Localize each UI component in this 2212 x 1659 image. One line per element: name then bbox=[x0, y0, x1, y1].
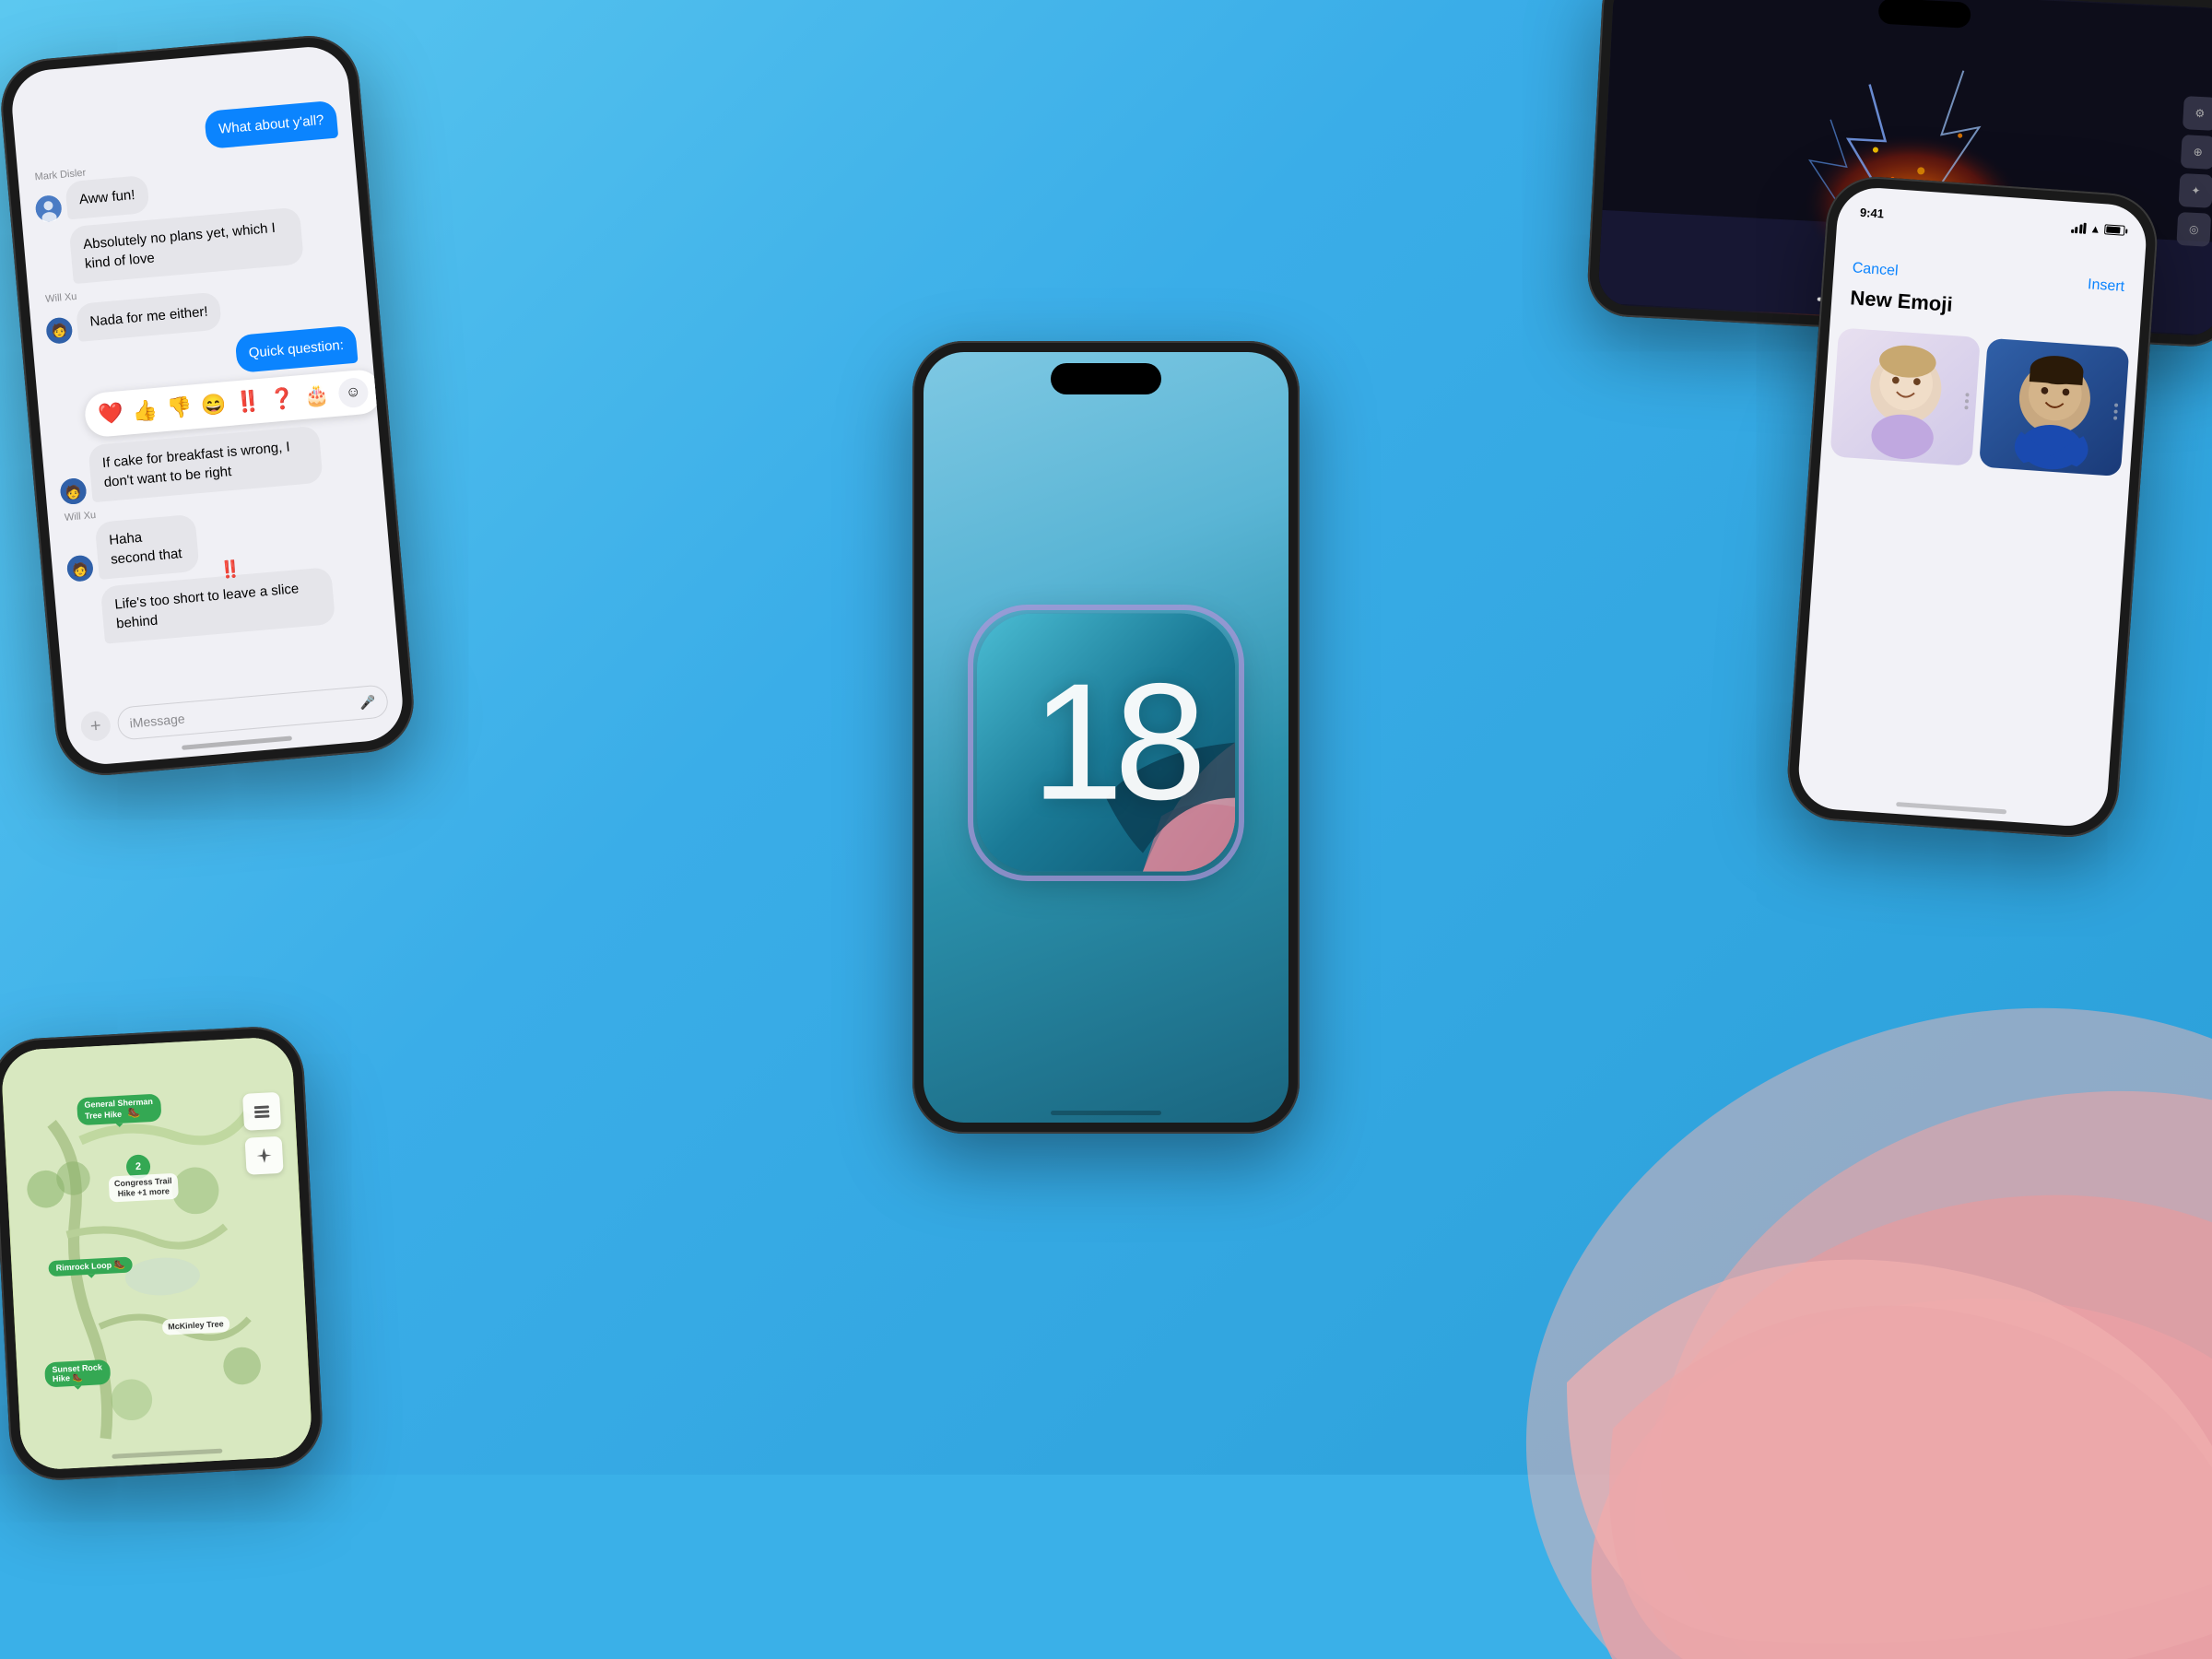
msg-bubble-sent-1: What about y'all? bbox=[205, 100, 339, 149]
emoji-card-1[interactable] bbox=[1830, 327, 1980, 465]
battery-fill bbox=[2106, 226, 2120, 233]
maps-iphone: General ShermanTree Hike 🥾 2 Congress Tr… bbox=[0, 1024, 324, 1482]
avatar-will: 🧑 bbox=[45, 317, 73, 345]
signal-bars bbox=[2071, 221, 2087, 233]
message-plus-button[interactable]: + bbox=[80, 711, 112, 743]
svg-text:🧑: 🧑 bbox=[65, 483, 82, 500]
emoji-screen: 9:41 ▲ Cancel Insert bbox=[1796, 185, 2148, 829]
signal-bar-3 bbox=[2079, 224, 2083, 233]
microphone-icon: 🎤 bbox=[359, 694, 377, 711]
msg-bubble-haha: Haha second that bbox=[95, 514, 200, 580]
signal-bar-4 bbox=[2083, 222, 2087, 233]
msg-bubble-quickq: Quick question: bbox=[234, 325, 358, 373]
reaction-exclaim: ‼️ bbox=[219, 559, 241, 581]
game-btn-3[interactable]: ✦ bbox=[2179, 173, 2212, 208]
signal-bar-1 bbox=[2071, 229, 2074, 232]
battery-icon bbox=[2104, 224, 2125, 236]
map-badge-count: 2 bbox=[135, 1161, 142, 1172]
messages-screen: What about y'all? Mark Disler Aww fun! A… bbox=[9, 43, 406, 767]
emoji-question[interactable]: ❓ bbox=[269, 386, 297, 412]
emoji-exclaim[interactable]: ‼️ bbox=[234, 389, 262, 415]
game-dynamic-island bbox=[1878, 0, 1971, 29]
map-display: General ShermanTree Hike 🥾 2 Congress Tr… bbox=[0, 1036, 312, 1471]
emoji-grid[interactable] bbox=[1796, 318, 2139, 829]
emoji-cake[interactable]: 🎂 bbox=[303, 382, 331, 408]
avatar-will-2: 🧑 bbox=[66, 555, 94, 582]
map-pin-sherman: General ShermanTree Hike 🥾 bbox=[76, 1094, 161, 1126]
signal-bar-2 bbox=[2075, 227, 2077, 233]
center-screen: 18 bbox=[924, 352, 1288, 1123]
emoji-panel: Cancel Insert New Emoji bbox=[1796, 185, 2148, 829]
map-label-congress: Congress TrailHike +1 more bbox=[109, 1173, 179, 1202]
emoji-heart[interactable]: ❤️ bbox=[97, 401, 124, 427]
game-btn-2[interactable]: ⊕ bbox=[2181, 135, 2212, 170]
dynamic-island bbox=[1051, 363, 1161, 394]
emoji-haha[interactable]: 😄 bbox=[200, 392, 228, 418]
pink-wave-decoration bbox=[1382, 830, 2212, 1659]
msg-bubble-lifeshort: Life's too short to leave a slice behind bbox=[100, 567, 335, 644]
messages-container: What about y'all? Mark Disler Aww fun! A… bbox=[9, 43, 406, 767]
message-placeholder: iMessage bbox=[129, 711, 185, 730]
map-pin-sunset: Sunset RockHike 🥾 bbox=[44, 1359, 111, 1388]
msg-bubble-noplans: Absolutely no plans yet, which I kind of… bbox=[69, 207, 304, 285]
maps-screen: General ShermanTree Hike 🥾 2 Congress Tr… bbox=[0, 1036, 312, 1471]
center-iphone: 18 bbox=[912, 341, 1300, 1134]
status-time: 9:41 bbox=[1859, 206, 1884, 221]
msg-bubble-mark-1: Aww fun! bbox=[65, 175, 149, 220]
emoji-cancel-label[interactable]: Cancel bbox=[1852, 260, 1899, 279]
emoji-thumbsup[interactable]: 👍 bbox=[132, 398, 159, 424]
msg-bubble-cake: If cake for breakfast is wrong, I don't … bbox=[88, 426, 323, 503]
msg-wrapper-haha: Haha second that ‼️ bbox=[95, 511, 233, 579]
map-controls bbox=[242, 1092, 284, 1175]
avatar-mark bbox=[35, 194, 63, 222]
wifi-icon: ▲ bbox=[2089, 222, 2101, 236]
emoji-more-btn[interactable]: ☺ bbox=[337, 377, 370, 409]
svg-text:🧑: 🧑 bbox=[71, 560, 88, 578]
ios18-number: 18 bbox=[1031, 660, 1197, 826]
game-btn-4[interactable]: ◎ bbox=[2176, 212, 2211, 247]
emoji-card-2[interactable] bbox=[1979, 338, 2129, 477]
emoji-iphone: 9:41 ▲ Cancel Insert bbox=[1784, 173, 2160, 840]
svg-text:🧑: 🧑 bbox=[51, 322, 68, 339]
game-btn-1[interactable]: ⚙ bbox=[2183, 96, 2212, 131]
emoji-insert-label[interactable]: Insert bbox=[2087, 276, 2124, 296]
emoji-thumbsdown[interactable]: 👎 bbox=[166, 395, 194, 421]
map-location-btn[interactable] bbox=[245, 1136, 284, 1175]
messages-iphone: What about y'all? Mark Disler Aww fun! A… bbox=[0, 31, 418, 779]
avatar-cake: 🧑 bbox=[59, 477, 87, 505]
ios18-icon: 18 bbox=[977, 614, 1235, 872]
map-layers-btn[interactable] bbox=[242, 1092, 281, 1131]
home-indicator bbox=[1051, 1111, 1161, 1115]
